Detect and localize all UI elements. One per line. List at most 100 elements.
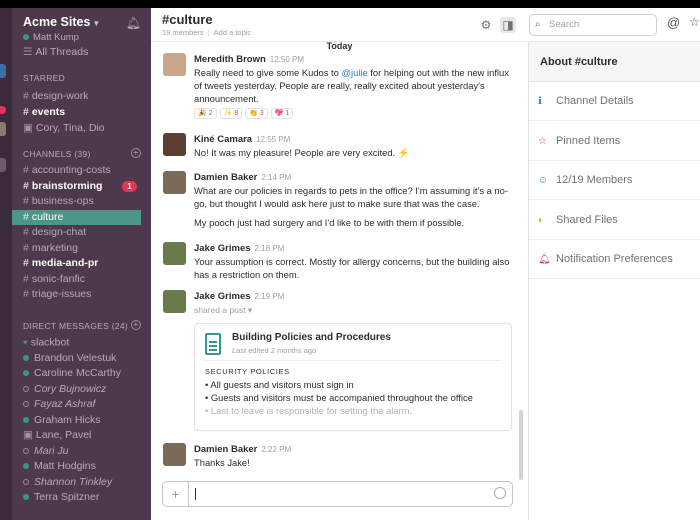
sidebar-item-channel[interactable]: # accounting-costs [12,163,151,178]
sidebar-item-starred[interactable]: ▣ Cory, Tina, Dio [12,121,151,136]
message[interactable]: Jake Grimes 2:19 PM shared a post ▾ Build… [163,289,512,431]
sidebar-item-label: Terra Spitzner [34,491,100,503]
presence-icon [23,354,29,361]
search-placeholder: Search [549,19,580,30]
message-composer[interactable]: + [162,481,513,507]
panel-item[interactable]: ℹ Channel Details [529,82,700,121]
team-icon[interactable] [0,158,6,172]
sidebar-item-dm[interactable]: Brandon Velestuk [12,351,151,366]
message-author[interactable]: Jake Grimes [194,291,251,302]
team-icon[interactable] [0,122,6,136]
add-topic-link[interactable]: Add a topic [214,28,252,37]
message-author[interactable]: Jake Grimes [194,243,251,254]
plus-icon[interactable]: + [163,482,189,506]
sidebar-toggle-icon[interactable]: ◨ [500,17,516,33]
channel-title[interactable]: #culture [162,12,213,27]
hash-icon: # [23,226,29,238]
sidebar-item-dm[interactable]: Mari Ju [12,444,151,459]
member-count[interactable]: 19 members [162,28,204,37]
message-time[interactable]: 2:19 PM [255,292,285,301]
message-text: Your assumption is correct. Mostly for a… [194,256,510,280]
sidebar-item-dm[interactable]: Matt Hodgins [12,459,151,474]
sidebar-item-channel[interactable]: # culture [12,209,141,225]
sidebar-item-label: Graham Hicks [34,413,101,426]
message-time[interactable]: 2:18 PM [255,244,285,253]
panel-item[interactable]: ☺ 12/19 Members [529,161,700,200]
sidebar-item-all-threads[interactable]: ☰ All Threads [12,45,151,60]
info-icon: ℹ [538,96,542,107]
reaction[interactable]: 👏 3 [245,108,268,119]
post-title[interactable]: Building Policies and Procedures [232,331,391,344]
avatar[interactable] [163,53,186,76]
search-input[interactable]: ⌕ Search [529,14,657,36]
message[interactable]: Damien Baker 2:22 PM Thanks Jake! [163,442,512,469]
sidebar-item-dm[interactable]: Fayaz Ashraf [12,397,151,412]
channels-heading[interactable]: CHANNELS (39) + [23,148,141,161]
star-icon[interactable]: ☆ [689,15,700,29]
mentions-icon[interactable]: @ [667,15,680,30]
message-author[interactable]: Meredith Brown [194,54,266,65]
sidebar-item-label: Brandon Velestuk [34,351,117,364]
sidebar-item-dm[interactable]: Cory Bujnowicz [12,382,151,397]
bell-icon[interactable]: 🔔︎ [126,16,141,30]
sidebar-item-starred[interactable]: # design-work [12,89,151,104]
message-author[interactable]: Kiné Camara [194,134,252,145]
sidebar-item-dm[interactable]: Caroline McCarthy [12,366,151,381]
message-time[interactable]: 2:14 PM [261,173,291,182]
avatar[interactable] [163,290,186,313]
gear-icon[interactable]: ⚙ [478,17,494,33]
team-header[interactable]: Acme Sites ▼ Matt Kump 🔔︎ [23,15,147,43]
add-channel-icon[interactable]: + [131,148,141,158]
sidebar-item-label: accounting-costs [31,164,111,176]
sidebar-item-dm[interactable]: Terra Spitzner [12,490,151,505]
sidebar-item-label: Mari Ju [34,444,69,457]
reaction[interactable]: ✨ 8 [219,108,243,119]
scrollbar[interactable] [519,410,523,480]
panel-item[interactable]: ◐ Shared Files [529,201,700,240]
dm-heading[interactable]: DIRECT MESSAGES (24) + [23,320,141,333]
message-time[interactable]: 12:50 PM [270,55,304,64]
message-text: What are our policies in regards to pets… [194,185,508,209]
message-time[interactable]: 2:22 PM [261,445,291,454]
emoji-icon[interactable] [494,487,506,499]
message-author[interactable]: Damien Baker [194,444,257,455]
message[interactable]: Kiné Camara 12:55 PM No! It was my pleasu… [163,132,512,159]
sidebar-item-starred[interactable]: # events [12,105,151,120]
avatar[interactable] [163,133,186,156]
reaction[interactable]: 🎉 2 [194,108,217,119]
message[interactable]: Meredith Brown 12:50 PM Really need to gi… [163,52,512,119]
sidebar-item-channel[interactable]: # sonic-fanfic [12,272,151,287]
avatar[interactable] [163,242,186,265]
channel-prefix-icon: # [23,106,29,118]
sidebar-item-dm[interactable]: Shannon Tinkley [12,475,151,490]
current-user-name: Matt Kump [33,32,79,43]
message[interactable]: Damien Baker 2:14 PM What are our policie… [163,170,512,229]
user-mention-link[interactable]: @julie [341,67,367,78]
message-time[interactable]: 12:55 PM [256,135,290,144]
sidebar-item-label: marketing [31,241,78,254]
sidebar-item-dm[interactable]: ♥ slackbot [12,335,151,350]
sidebar-item-channel[interactable]: # media-and-pr [12,256,151,271]
team-icon[interactable] [0,64,6,78]
add-dm-icon[interactable]: + [131,320,141,330]
sidebar-item-dm[interactable]: ▣ Lane, Pavel [12,428,151,443]
message[interactable]: Jake Grimes 2:18 PM Your assumption is co… [163,241,512,281]
sidebar-item-dm[interactable]: Graham Hicks [12,413,151,428]
sidebar-item-channel[interactable]: # design-chat [12,225,151,240]
sidebar-item-channel[interactable]: # business-ops [12,194,151,209]
sidebar-item-channel[interactable]: # brainstorming 1 [12,179,151,194]
separator: | [207,28,210,37]
sidebar-item-label: Cory Bujnowicz [34,382,107,395]
panel-item[interactable]: ☆ Pinned Items [529,122,700,161]
panel-item[interactable]: 🔔︎ Notification Preferences [529,240,700,279]
reaction[interactable]: 💖 1 [270,108,294,119]
avatar[interactable] [163,171,186,194]
avatar[interactable] [163,443,186,466]
shared-post-label[interactable]: shared a post ▾ [194,304,512,317]
message-author[interactable]: Damien Baker [194,172,257,183]
shared-post-card[interactable]: Building Policies and Procedures Last ed… [194,323,512,431]
sidebar-item-label: triage-issues [31,288,92,300]
sidebar-item-channel[interactable]: # triage-issues [12,287,151,302]
sidebar-item-channel[interactable]: # marketing [12,241,151,256]
sidebar-item-label: brainstorming [31,179,103,192]
